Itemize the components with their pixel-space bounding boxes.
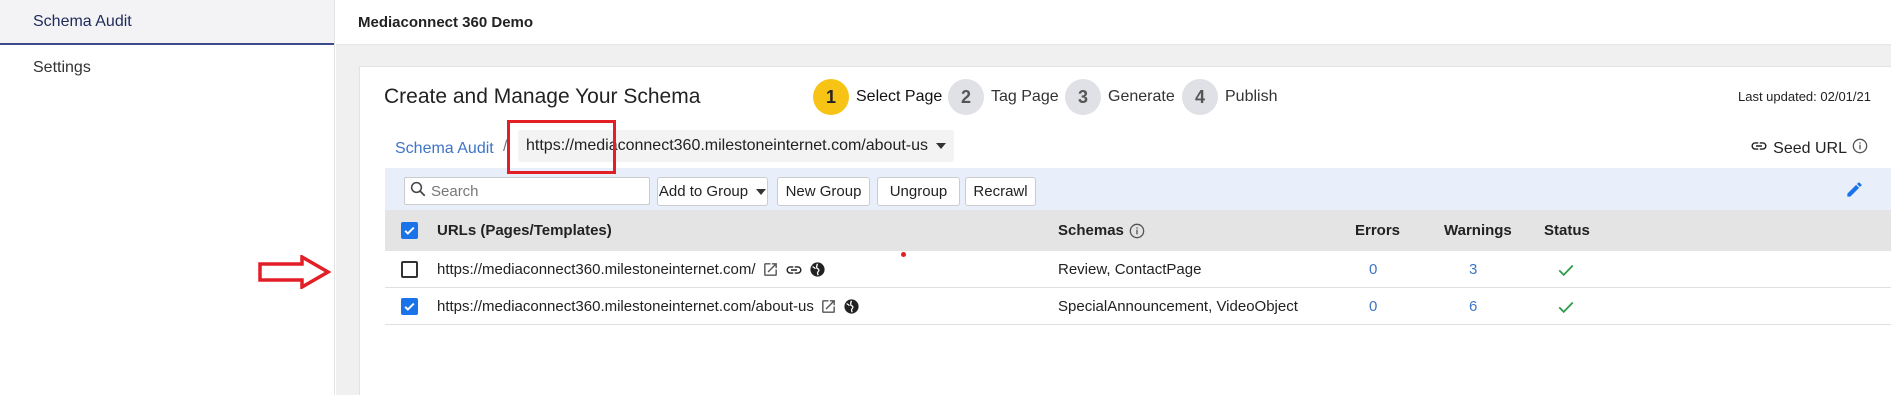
new-group-label: New Group [785, 183, 862, 200]
main-area: Create and Manage Your Schema 1 Select P… [336, 45, 1891, 395]
status-ok-icon [1557, 288, 1575, 325]
globe-icon[interactable] [843, 298, 860, 315]
seed-url-label: Seed URL [1773, 139, 1847, 157]
add-to-group-label: Add to Group [658, 183, 749, 200]
errors-count-link[interactable]: 0 [1369, 251, 1377, 288]
add-to-group-dropdown[interactable]: Add to Group [657, 177, 768, 206]
step-label: Select Page [856, 88, 943, 105]
step-publish[interactable]: 4 Publish [1182, 79, 1277, 115]
column-header-errors: Errors [1355, 222, 1401, 239]
step-label: Publish [1225, 88, 1278, 105]
column-header-status: Status [1544, 222, 1590, 239]
row-checkbox-cell[interactable] [401, 251, 418, 288]
ungroup-highlight-box [507, 120, 616, 174]
info-icon[interactable] [1129, 223, 1145, 239]
table-toolbar: Add to Group New Group Ungroup Recrawl [385, 168, 1891, 210]
recrawl-button[interactable]: Recrawl [965, 177, 1036, 206]
schema-card: Create and Manage Your Schema 1 Select P… [359, 66, 1891, 395]
sidebar-item-schema-audit[interactable]: Schema Audit [0, 0, 334, 45]
app-title: Mediaconnect 360 Demo [358, 13, 534, 31]
pencil-icon[interactable] [1845, 180, 1864, 204]
ungroup-label: Ungroup [889, 183, 948, 200]
status-ok-icon [1557, 251, 1575, 288]
step-tag-page[interactable]: 2 Tag Page [948, 79, 1059, 115]
step-generate[interactable]: 3 Generate [1065, 79, 1175, 115]
external-link-icon[interactable] [762, 261, 779, 278]
breadcrumb-schema-audit-link[interactable]: Schema Audit [395, 140, 494, 158]
warnings-count[interactable]: 3 [1469, 261, 1477, 278]
errors-count-link[interactable]: 0 [1369, 288, 1377, 325]
seed-url-button[interactable]: Seed URL [1750, 137, 1873, 160]
search-field[interactable] [404, 177, 650, 205]
row-checkbox-cell[interactable] [401, 288, 418, 325]
errors-count[interactable]: 0 [1369, 298, 1377, 315]
annotation-dot [901, 252, 906, 257]
info-icon[interactable] [1852, 138, 1873, 159]
step-number: 4 [1182, 79, 1218, 115]
schemas-cell: SpecialAnnouncement, VideoObject [1058, 298, 1298, 315]
step-select-page[interactable]: 1 Select Page [813, 79, 942, 115]
caret-down-icon [756, 188, 767, 195]
step-number: 3 [1065, 79, 1101, 115]
external-link-icon[interactable] [820, 298, 837, 315]
last-updated: Last updated: 02/01/21 [1737, 89, 1871, 104]
table-row[interactable]: https://mediaconnect360.milestoneinterne… [385, 251, 1891, 288]
page-url: https://mediaconnect360.milestoneinterne… [437, 298, 814, 315]
column-header-schemas-label: Schemas [1058, 222, 1124, 239]
column-header-urls: URLs (Pages/Templates) [437, 222, 612, 239]
step-number: 2 [948, 79, 984, 115]
search-input[interactable] [431, 182, 641, 200]
ungroup-button[interactable]: Ungroup [877, 177, 960, 206]
step-label: Tag Page [991, 88, 1059, 105]
warnings-count-link[interactable]: 6 [1469, 288, 1477, 325]
checkbox[interactable] [401, 298, 418, 315]
table-header: URLs (Pages/Templates) Schemas Errors Wa… [385, 210, 1891, 251]
errors-count[interactable]: 0 [1369, 261, 1377, 278]
url-cell: https://mediaconnect360.milestoneinterne… [437, 251, 826, 288]
annotation-arrow-icon [256, 253, 332, 294]
checkbox[interactable] [401, 222, 418, 239]
new-group-button[interactable]: New Group [777, 177, 870, 206]
page-title: Create and Manage Your Schema [384, 85, 701, 108]
sidebar-item-label: Settings [33, 58, 91, 76]
column-header-schemas: Schemas [1058, 210, 1145, 251]
recrawl-label: Recrawl [973, 183, 1028, 200]
link-icon[interactable] [785, 261, 803, 279]
table-row[interactable]: https://mediaconnect360.milestoneinterne… [385, 288, 1891, 325]
globe-icon[interactable] [809, 261, 826, 278]
caret-down-icon [936, 143, 947, 149]
sidebar-item-label: Schema Audit [33, 12, 132, 30]
checkbox[interactable] [401, 261, 418, 278]
url-cell: https://mediaconnect360.milestoneinterne… [437, 288, 860, 325]
search-icon [409, 180, 427, 203]
schemas-cell: Review, ContactPage [1058, 261, 1202, 278]
link-icon [1750, 137, 1773, 160]
sidebar-item-settings[interactable]: Settings [0, 45, 334, 90]
top-bar: Mediaconnect 360 Demo [336, 0, 1891, 45]
warnings-count[interactable]: 6 [1469, 298, 1477, 315]
step-label: Generate [1108, 88, 1175, 105]
select-all-checkbox[interactable] [401, 210, 418, 251]
warnings-count-link[interactable]: 3 [1469, 251, 1477, 288]
column-header-warnings: Warnings [1444, 222, 1512, 239]
step-number: 1 [813, 79, 849, 115]
sidebar: Schema Audit Settings [0, 0, 335, 395]
page-url: https://mediaconnect360.milestoneinterne… [437, 261, 756, 278]
